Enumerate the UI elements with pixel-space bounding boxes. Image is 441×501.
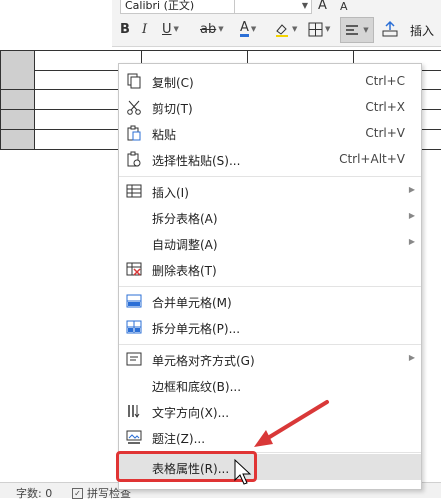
annotation-overlay (234, 400, 329, 485)
annotation-arrow-icon (254, 400, 329, 447)
mouse-cursor-icon (234, 458, 252, 485)
